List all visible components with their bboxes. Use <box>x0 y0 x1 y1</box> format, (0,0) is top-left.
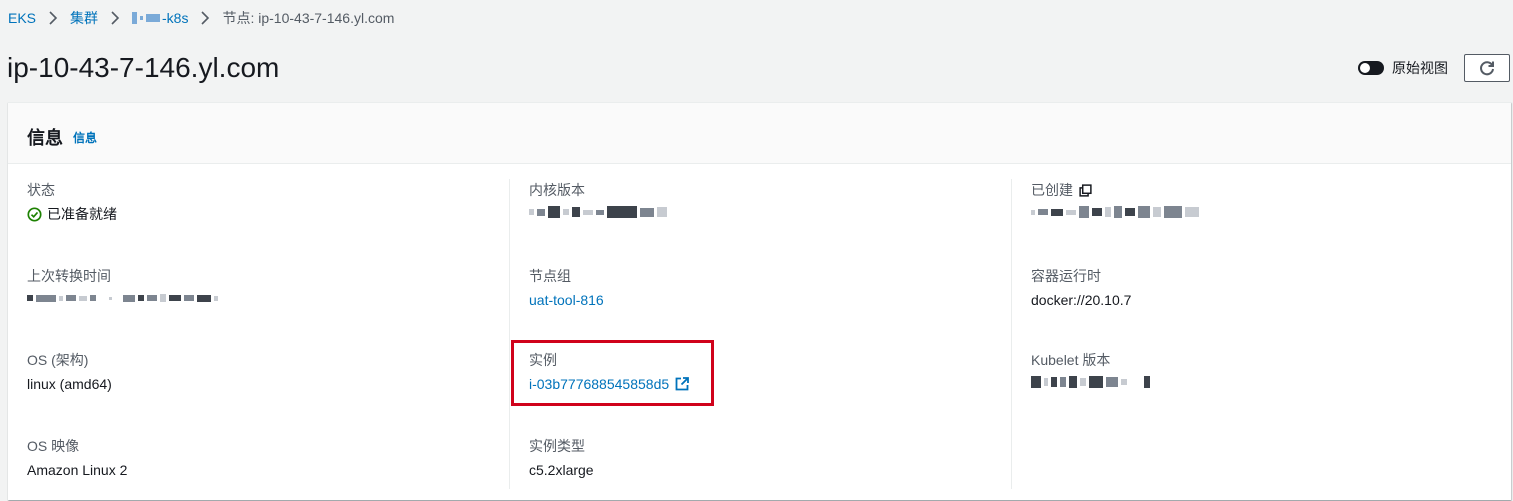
redacted-value <box>27 291 218 305</box>
panel-header: 信息 信息 <box>8 103 1511 164</box>
breadcrumb-eks[interactable]: EKS <box>8 10 36 26</box>
toggle-label: 原始视图 <box>1392 60 1448 76</box>
created-label: 已创建 <box>1031 182 1073 198</box>
status-text: 已准备就绪 <box>47 206 117 222</box>
field-kubelet-version: Kubelet 版本 <box>1031 351 1150 389</box>
toggle-switch[interactable] <box>1358 61 1384 75</box>
field-kernel-version: 内核版本 <box>529 181 667 219</box>
refresh-button[interactable] <box>1464 54 1510 82</box>
field-status: 状态 已准备就绪 <box>27 181 117 223</box>
column-divider <box>509 179 510 489</box>
chevron-right-icon <box>44 9 62 27</box>
chevron-right-icon <box>196 9 214 27</box>
highlight-box <box>511 340 714 406</box>
panel-title: 信息 <box>27 128 63 148</box>
field-os-image: OS 映像 Amazon Linux 2 <box>27 437 127 479</box>
node-group-link[interactable]: uat-tool-816 <box>529 291 604 309</box>
redacted-value <box>529 205 667 219</box>
field-label: 节点组 <box>529 268 571 284</box>
info-link[interactable]: 信息 <box>73 129 97 146</box>
refresh-icon <box>1479 60 1495 76</box>
breadcrumb: EKS 集群 -k8s 节点: ip-10-43-7-146.yl.com <box>8 8 394 28</box>
os-image-value: Amazon Linux 2 <box>27 462 128 478</box>
chevron-right-icon <box>106 9 124 27</box>
breadcrumb-clusters[interactable]: 集群 <box>70 8 98 28</box>
field-instance-type: 实例类型 c5.2xlarge <box>529 437 594 479</box>
field-label: OS 映像 <box>27 438 80 454</box>
field-label: OS (架构) <box>27 352 89 368</box>
field-label: 容器运行时 <box>1031 268 1101 284</box>
field-label: Kubelet 版本 <box>1031 352 1111 368</box>
kubelet-version-value <box>1031 375 1150 389</box>
redacted-cluster-name <box>132 12 161 24</box>
field-node-group: 节点组 uat-tool-816 <box>529 267 604 309</box>
redacted-value <box>1031 375 1150 389</box>
field-os-arch: OS (架构) linux (amd64) <box>27 351 112 393</box>
field-created: 已创建 <box>1031 181 1199 219</box>
instance-type-value: c5.2xlarge <box>529 462 594 478</box>
created-value <box>1031 205 1199 219</box>
page-title: ip-10-43-7-146.yl.com <box>7 52 280 83</box>
kernel-version-value <box>529 205 667 219</box>
status-value: 已准备就绪 <box>27 205 117 223</box>
container-runtime-value: docker://20.10.7 <box>1031 292 1132 308</box>
os-arch-value: linux (amd64) <box>27 376 112 392</box>
field-label: 上次转换时间 <box>27 268 111 284</box>
breadcrumb-current-node: 节点: ip-10-43-7-146.yl.com <box>222 10 395 26</box>
field-label: 已创建 <box>1031 181 1199 199</box>
field-container-runtime: 容器运行时 docker://20.10.7 <box>1031 267 1131 309</box>
breadcrumb-cluster-label: -k8s <box>162 10 189 26</box>
info-panel: 信息 信息 状态 已准备就绪 上次转换时间 OS (架构) linux (amd… <box>8 102 1511 500</box>
breadcrumb-cluster[interactable]: -k8s <box>132 10 188 26</box>
field-last-transition: 上次转换时间 <box>27 267 218 305</box>
copy-icon[interactable] <box>1079 183 1092 197</box>
check-circle-icon <box>27 206 42 222</box>
column-divider <box>1011 179 1012 489</box>
field-label: 状态 <box>27 182 55 198</box>
field-label: 实例类型 <box>529 438 585 454</box>
field-label: 内核版本 <box>529 182 585 198</box>
redacted-value <box>1031 205 1199 219</box>
raw-view-toggle[interactable]: 原始视图 <box>1358 58 1448 78</box>
last-transition-value <box>27 291 218 305</box>
